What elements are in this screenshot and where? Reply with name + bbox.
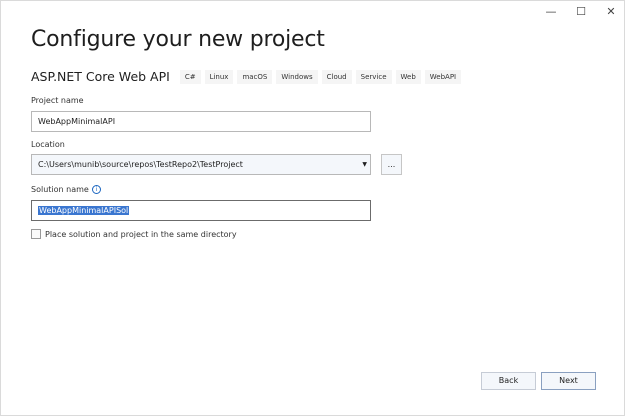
browse-button[interactable]: ... [381, 154, 402, 175]
next-button[interactable]: Next [541, 372, 596, 390]
minimize-button[interactable]: — [541, 4, 561, 20]
solution-name-input[interactable]: WebAppMinimalAPISol [31, 200, 371, 221]
location-combobox[interactable]: C:\Users\munib\source\repos\TestRepo2\Te… [31, 154, 371, 175]
tag: C# [179, 69, 201, 84]
tag: macOS [237, 69, 273, 84]
template-name: ASP.NET Core Web API [31, 69, 170, 84]
solution-name-label-row: Solution name i [31, 185, 101, 194]
location-label: Location [31, 140, 65, 149]
tag: Cloud [321, 69, 352, 84]
project-name-label: Project name [31, 96, 84, 105]
tag: Web [395, 69, 421, 84]
solution-name-label: Solution name [31, 185, 89, 194]
tag: Service [355, 69, 392, 84]
tag: WebAPI [424, 69, 462, 84]
maximize-button[interactable]: ☐ [571, 4, 591, 20]
selected-text: WebAppMinimalAPISol [38, 206, 130, 215]
same-directory-checkbox[interactable] [31, 229, 41, 239]
dropdown-arrow-icon[interactable]: ▼ [362, 155, 367, 174]
close-button[interactable]: ✕ [601, 4, 621, 20]
back-button[interactable]: Back [481, 372, 536, 390]
location-value: C:\Users\munib\source\repos\TestRepo2\Te… [38, 160, 243, 169]
info-icon[interactable]: i [91, 185, 101, 194]
same-directory-label[interactable]: Place solution and project in the same d… [45, 230, 237, 239]
template-info: ASP.NET Core Web API C# Linux macOS Wind… [31, 69, 462, 84]
tag: Windows [276, 69, 318, 84]
page-title: Configure your new project [31, 27, 325, 52]
project-name-input[interactable]: WebAppMinimalAPI [31, 111, 371, 132]
tag: Linux [204, 69, 234, 84]
